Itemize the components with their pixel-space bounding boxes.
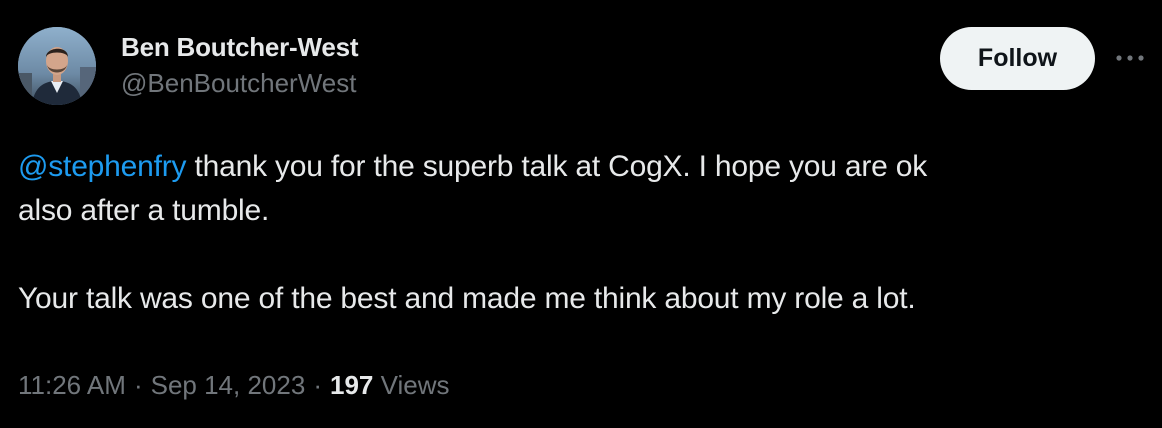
- follow-button[interactable]: Follow: [940, 27, 1095, 90]
- views-label: Views: [380, 370, 450, 400]
- author-display-name[interactable]: Ben Boutcher-West: [121, 30, 359, 64]
- tweet-line-2: also after a tumble.: [18, 194, 270, 227]
- tweet-line-1-text: thank you for the superb talk at CogX. I…: [186, 150, 928, 183]
- avatar[interactable]: [18, 27, 96, 105]
- tweet-text: @stephenfry thank you for the superb tal…: [18, 145, 1138, 321]
- tweet-timestamp-date[interactable]: Sep 14, 2023: [151, 370, 306, 400]
- tweet-metadata: 11:26 AM · Sep 14, 2023 · 197 Views: [18, 368, 450, 402]
- mention-link[interactable]: @stephenfry: [18, 150, 187, 183]
- separator-dot: ·: [313, 370, 322, 400]
- views-count: 197: [329, 370, 374, 400]
- author-handle[interactable]: @BenBoutcherWest: [121, 66, 358, 100]
- tweet-line-3: Your talk was one of the best and made m…: [18, 282, 916, 315]
- more-horizontal-icon: [1116, 55, 1144, 61]
- profile-photo-icon: [18, 27, 96, 105]
- separator-dot: ·: [133, 370, 143, 400]
- tweet-timestamp-time[interactable]: 11:26 AM: [18, 370, 126, 400]
- author-info: Ben Boutcher-West @BenBoutcherWest: [121, 30, 359, 100]
- more-options-button[interactable]: [1110, 42, 1150, 74]
- tweet-card: Ben Boutcher-West @BenBoutcherWest Follo…: [0, 0, 1162, 428]
- tweet-line-1: @stephenfry thank you for the superb tal…: [18, 145, 1138, 189]
